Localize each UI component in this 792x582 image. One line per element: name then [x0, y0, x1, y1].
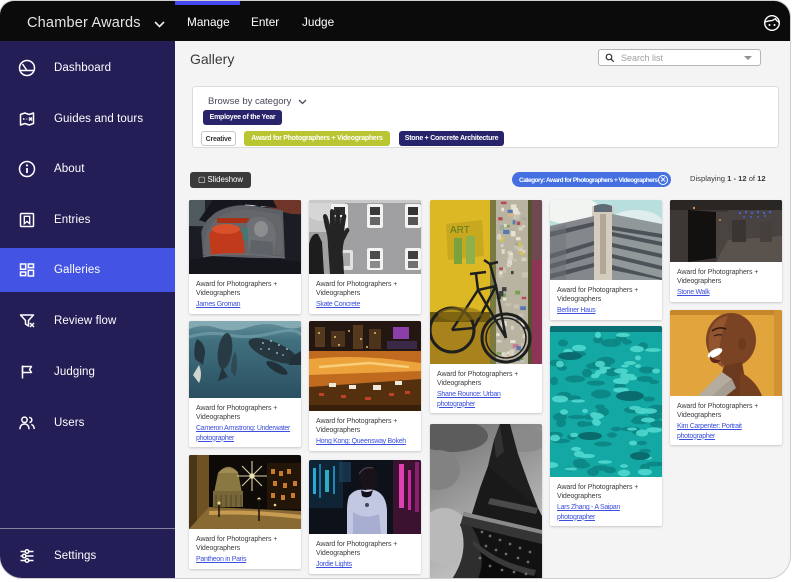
svg-text:ART: ART — [450, 225, 470, 236]
